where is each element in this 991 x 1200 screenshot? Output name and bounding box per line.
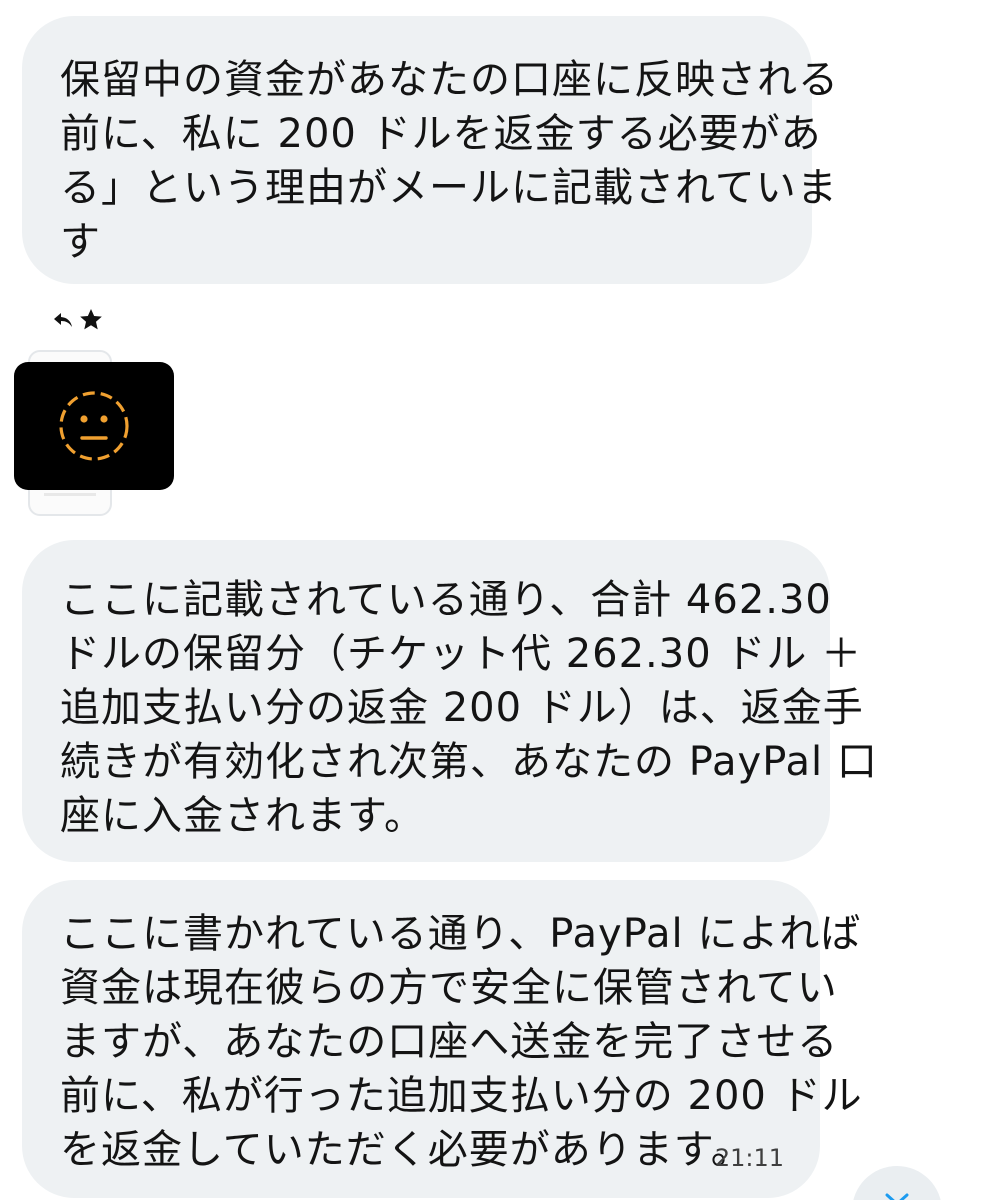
message-line: ここに書かれている通り、PayPal によれば <box>60 911 862 957</box>
message-line: す <box>60 219 101 265</box>
message-line: 前に、私に 200 ドルを返金する必要があ <box>60 111 822 157</box>
message-line: ますが、あなたの口座へ送金を完了させる <box>60 1019 839 1065</box>
message-line: を返金していただく必要があります。 <box>60 1127 752 1173</box>
sticker-card <box>14 362 174 490</box>
message-line: 保留中の資金があなたの口座に反映される <box>60 57 839 103</box>
message-line: 前に、私が行った追加支払い分の 200 ドル <box>60 1073 863 1119</box>
message-reactions <box>52 302 104 338</box>
chat-thread: 保留中の資金があなたの口座に反映される 前に、私に 200 ドルを返金する必要が… <box>0 0 991 1200</box>
message-line: ドルの保留分（チケット代 262.30 ドル ＋ <box>60 631 863 677</box>
scroll-down-button[interactable] <box>852 1166 942 1200</box>
message-line: ここに記載されている通り、合計 462.30 <box>60 577 832 623</box>
neutral-face-icon <box>59 391 129 461</box>
chevron-down-icon <box>885 1193 909 1200</box>
message-bubble[interactable]: 保留中の資金があなたの口座に反映される 前に、私に 200 ドルを返金する必要が… <box>22 16 839 284</box>
message-bubble[interactable]: ここに書かれている通り、PayPal によれば 資金は現在彼らの方で安全に保管さ… <box>22 880 863 1198</box>
message-timestamp: 21:11 <box>714 1144 784 1172</box>
reply-icon[interactable] <box>52 309 74 331</box>
message-line: 座に入金されます。 <box>60 793 425 839</box>
message-line: 追加支払い分の返金 200 ドル）は、返金手 <box>60 685 864 731</box>
message-line: る」という理由がメールに記載されていま <box>60 165 838 211</box>
image-attachment[interactable] <box>14 350 174 516</box>
message-line: 続きが有効化され次第、あなたの PayPal 口 <box>60 739 878 785</box>
message-bubble[interactable]: ここに記載されている通り、合計 462.30 ドルの保留分（チケット代 262.… <box>22 540 878 862</box>
message-line: 資金は現在彼らの方で安全に保管されてい <box>60 965 838 1011</box>
star-icon[interactable] <box>78 307 104 333</box>
